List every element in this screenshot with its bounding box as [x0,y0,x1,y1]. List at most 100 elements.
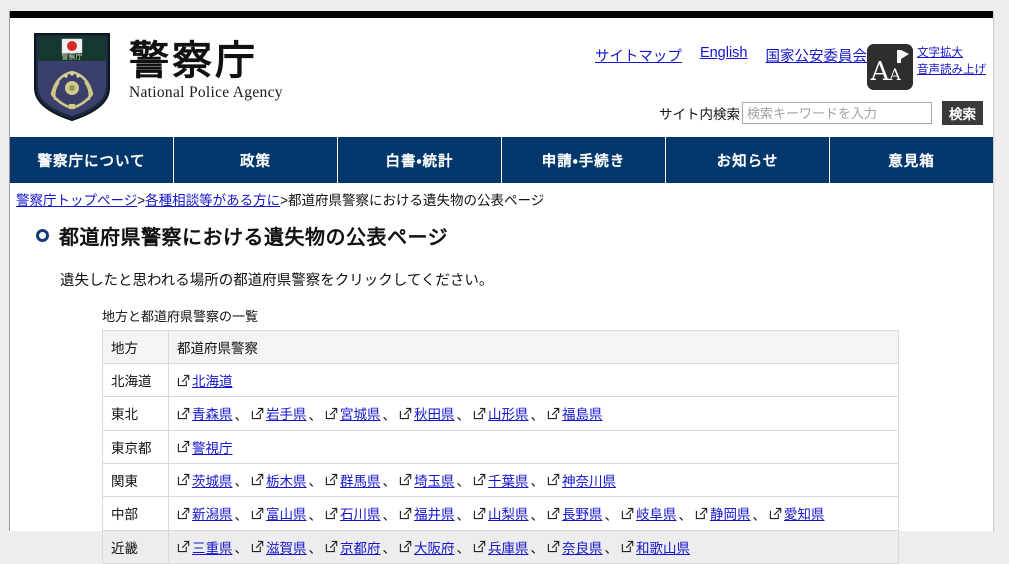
prefecture-link-label[interactable]: 秋田県 [414,403,455,423]
breadcrumb-item-consultation[interactable]: 各種相談等がある方に [145,193,280,208]
external-link-icon [621,540,634,553]
police-links-cell: 新潟県、富山県、石川県、福井県、山梨県、長野県、岐阜県、静岡県、愛知県 [168,496,899,531]
table-row: 関東 茨城県、栃木県、群馬県、埼玉県、千葉県、神奈川県 [102,462,899,497]
prefecture-link-label[interactable]: 青森県 [192,403,233,423]
prefecture-police-link[interactable]: 滋賀県 [251,537,307,557]
region-cell: 関東 [102,462,169,497]
prefecture-link-label[interactable]: 愛知県 [784,503,825,523]
link-separator: 、 [234,507,249,523]
prefecture-police-link[interactable]: 京都府 [325,537,381,557]
prefecture-police-link[interactable]: 大阪府 [399,537,455,557]
nav-opinion-box[interactable]: 意見箱 [830,137,993,183]
prefecture-police-link[interactable]: 宮城県 [325,403,381,423]
prefecture-police-link[interactable]: 岐阜県 [621,503,677,523]
link-separator: 、 [308,507,323,523]
police-shield-emblem-icon: 警察庁 [34,33,110,122]
prefecture-police-link[interactable]: 静岡県 [695,503,751,523]
external-link-icon [695,507,708,519]
english-link[interactable]: English [700,45,748,66]
prefecture-link-label[interactable]: 和歌山県 [636,537,690,557]
nav-applications-procedures[interactable]: 申請・手続き [502,137,666,183]
prefecture-police-link[interactable]: 神奈川県 [547,470,616,490]
prefecture-link-label[interactable]: 滋賀県 [266,537,307,557]
external-link-icon [177,473,190,486]
nav-whitepaper-statistics[interactable]: 白書・統計 [338,137,502,183]
prefecture-link-label[interactable]: 兵庫県 [488,537,529,557]
prefecture-link-label[interactable]: 山形県 [488,403,529,423]
prefecture-police-link[interactable]: 茨城県 [177,470,233,490]
prefecture-link-label[interactable]: 京都府 [340,537,381,557]
prefecture-police-link[interactable]: 警視庁 [177,437,233,457]
prefecture-police-link[interactable]: 埼玉県 [399,470,455,490]
prefecture-link-label[interactable]: 群馬県 [340,470,381,490]
prefecture-police-link[interactable]: 群馬県 [325,470,381,490]
site-brand[interactable]: 警察庁 警察庁 National Police Agency [29,28,283,124]
accessibility-icon-button[interactable]: A A [867,44,913,90]
police-links-cell: 青森県、岩手県、宮城県、秋田県、山形県、福島県 [168,396,899,431]
prefecture-link-label[interactable]: 山梨県 [488,503,529,523]
prefecture-link-label[interactable]: 長野県 [562,503,603,523]
prefecture-police-link[interactable]: 福島県 [547,403,603,423]
prefecture-link-label[interactable]: 奈良県 [562,537,603,557]
prefecture-police-link[interactable]: 青森県 [177,403,233,423]
prefecture-police-link[interactable]: 山梨県 [473,503,529,523]
prefecture-link-label[interactable]: 新潟県 [192,503,233,523]
external-link-icon [251,540,264,553]
prefecture-link-label[interactable]: 宮城県 [340,403,381,423]
nav-about[interactable]: 警察庁について [10,137,174,183]
prefecture-police-link[interactable]: 北海道 [177,370,233,390]
prefecture-police-link[interactable]: 山形県 [473,403,529,423]
prefecture-link-label[interactable]: 富山県 [266,503,307,523]
prefecture-police-link[interactable]: 千葉県 [473,470,529,490]
prefecture-link-label[interactable]: 栃木県 [266,470,307,490]
public-safety-commission-link[interactable]: 国家公安委員会 [766,45,868,66]
external-link-icon [251,507,264,519]
prefecture-link-label[interactable]: 福島県 [562,403,603,423]
external-link-icon [547,473,560,486]
link-separator: 、 [308,407,323,423]
text-to-speech-link[interactable]: 音声読み上げ [917,62,986,79]
prefecture-police-link[interactable]: 兵庫県 [473,537,529,557]
prefecture-police-link[interactable]: 愛知県 [769,503,825,523]
region-cell: 中部 [102,496,169,531]
sitemap-link[interactable]: サイトマップ [595,45,682,66]
prefecture-link-label[interactable]: 埼玉県 [414,470,455,490]
svg-text:A: A [870,57,891,87]
nav-policy[interactable]: 政策 [174,137,338,183]
nav-notices[interactable]: お知らせ [666,137,830,183]
prefecture-link-label[interactable]: 石川県 [340,503,381,523]
enlarge-text-link[interactable]: 文字拡大 [917,45,983,62]
prefecture-police-link[interactable]: 富山県 [251,503,307,523]
prefecture-police-link[interactable]: 新潟県 [177,503,233,523]
prefecture-link-label[interactable]: 大阪府 [414,537,455,557]
prefecture-link-label[interactable]: 北海道 [192,370,233,390]
external-link-icon [473,540,486,553]
prefecture-link-label[interactable]: 福井県 [414,503,455,523]
prefecture-police-link[interactable]: 奈良県 [547,537,603,557]
link-separator: 、 [382,407,397,423]
prefecture-police-link[interactable]: 石川県 [325,503,381,523]
prefecture-link-label[interactable]: 神奈川県 [562,470,616,490]
prefecture-link-label[interactable]: 警視庁 [192,437,233,457]
text-size-speech-icon: A A [867,44,913,90]
prefecture-link-label[interactable]: 千葉県 [488,470,529,490]
prefecture-link-label[interactable]: 岩手県 [266,403,307,423]
external-link-icon [769,507,782,519]
prefecture-police-link[interactable]: 長野県 [547,503,603,523]
prefecture-link-label[interactable]: 茨城県 [192,470,233,490]
prefecture-link-label[interactable]: 岐阜県 [636,503,677,523]
breadcrumb-item-top[interactable]: 警察庁トップページ [16,193,137,208]
prefecture-police-link[interactable]: 岩手県 [251,403,307,423]
prefecture-police-link[interactable]: 栃木県 [251,470,307,490]
prefecture-police-link[interactable]: 福井県 [399,503,455,523]
external-link-icon [177,407,190,419]
prefecture-link-label[interactable]: 三重県 [192,537,233,557]
link-separator: 、 [604,507,619,523]
link-separator: 、 [678,507,693,523]
prefecture-police-link[interactable]: 秋田県 [399,403,455,423]
search-button[interactable]: 検索 [942,101,983,125]
search-input[interactable] [742,102,932,124]
prefecture-police-link[interactable]: 和歌山県 [621,537,690,557]
prefecture-police-link[interactable]: 三重県 [177,537,233,557]
prefecture-link-label[interactable]: 静岡県 [710,503,751,523]
